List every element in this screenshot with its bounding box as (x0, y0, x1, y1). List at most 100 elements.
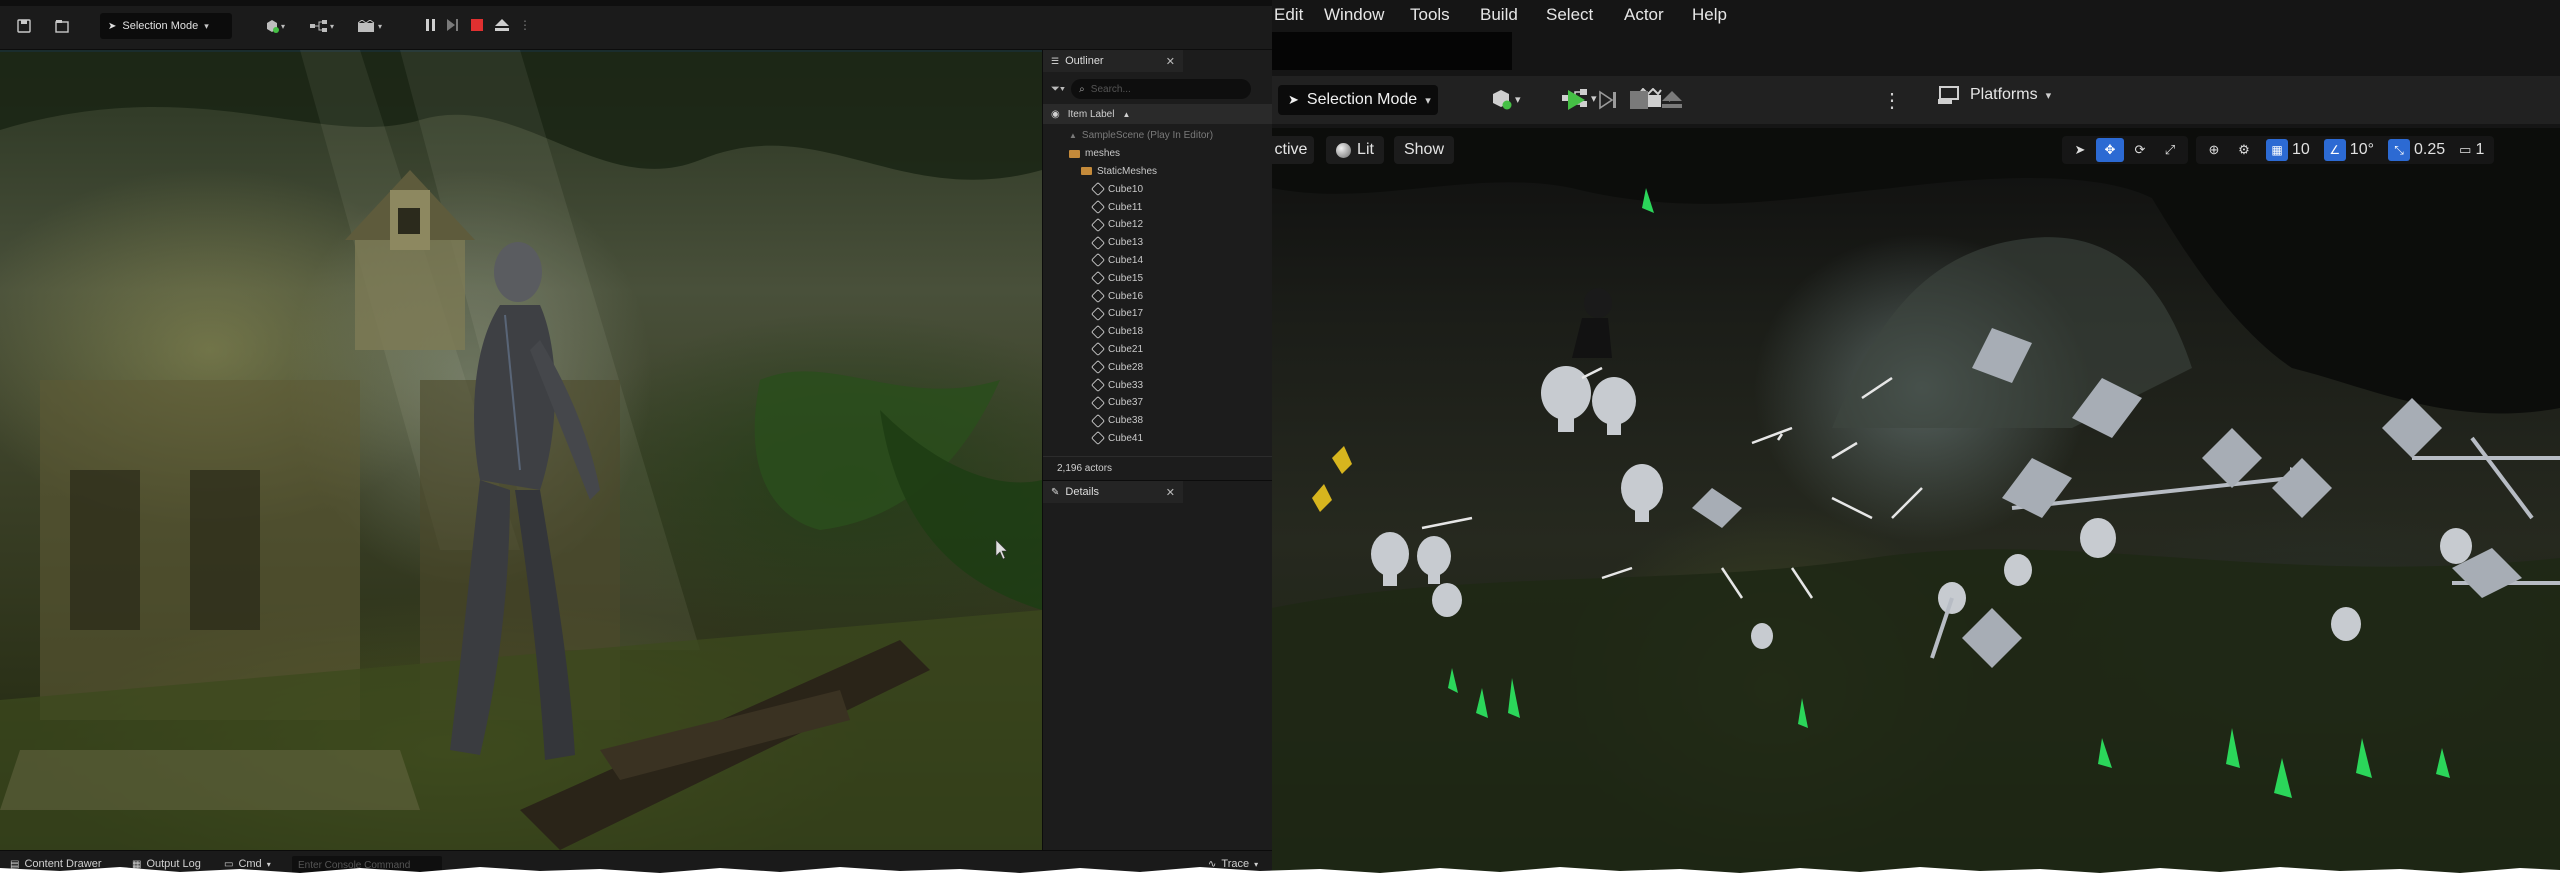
outliner-row[interactable]: Cube28 (1043, 358, 1272, 376)
outliner-tab[interactable]: ☰ Outliner ✕ (1043, 50, 1183, 72)
outliner-row-label: Cube21 (1108, 343, 1144, 355)
outliner-row[interactable]: Cube10 (1043, 180, 1272, 198)
scale-snap-icon: ⤡ (2388, 139, 2410, 161)
add-actor-icon (1493, 90, 1512, 110)
outliner-row[interactable]: Cube41 (1043, 430, 1272, 448)
lit-sphere-icon (1336, 142, 1352, 158)
outliner-row[interactable]: Cube17 (1043, 305, 1272, 323)
grid-snap-button[interactable]: ▦ 10 (2260, 138, 2316, 162)
lit-mode-button[interactable]: Lit (1326, 136, 1384, 164)
platforms-icon (1938, 86, 1959, 104)
outliner-panel: ☰ Outliner ✕ ⏷▾ ⌕ Search... ◉ Item Label… (1042, 50, 1272, 480)
more-options-icon[interactable]: ⋮ (1882, 88, 1902, 113)
pause-icon[interactable] (424, 17, 438, 33)
scale-snap-button[interactable]: ⤡ 0.25 (2382, 138, 2451, 162)
select-tool-icon[interactable]: ➤ (2066, 138, 2094, 162)
outliner-row[interactable]: Cube37 (1043, 394, 1272, 412)
stop-icon[interactable] (470, 17, 484, 33)
filter-icon[interactable]: ⏷▾ (1051, 83, 1065, 96)
add-actor-icon[interactable]: ▾ (258, 16, 292, 36)
chevron-down-icon: ▾ (1425, 94, 1431, 107)
static-mesh-icon (1090, 395, 1106, 410)
menu-window[interactable]: Window (1324, 5, 1384, 25)
surface-snap-icon[interactable]: ⚙ (2230, 138, 2258, 162)
close-icon[interactable]: ✕ (1166, 486, 1175, 499)
cinematics-icon[interactable]: ▾ (352, 16, 388, 36)
outliner-row[interactable]: Cube38 (1043, 412, 1272, 430)
camera-speed-value: 1 (2475, 141, 2485, 158)
stop-icon[interactable] (1630, 91, 1648, 109)
static-mesh-icon (1090, 342, 1106, 357)
more-options-icon[interactable]: ⋮ (519, 17, 531, 33)
scale-tool-icon[interactable]: ⤢ (2156, 138, 2184, 162)
outliner-row-label: Cube13 (1108, 237, 1144, 249)
outliner-row-label: Cube33 (1108, 379, 1144, 391)
outliner-column-header[interactable]: ◉ Item Label ▲ (1043, 104, 1272, 124)
outliner-row-label: Cube28 (1108, 361, 1144, 373)
camera-speed-button[interactable]: ▭ 1 (2453, 138, 2490, 162)
browse-icon[interactable] (52, 16, 72, 36)
outliner-row-label: Cube41 (1108, 432, 1144, 444)
outliner-row[interactable]: Cube13 (1043, 234, 1272, 252)
outliner-row[interactable]: Cube14 (1043, 252, 1272, 270)
menu-help[interactable]: Help (1692, 5, 1727, 25)
editor-scene-render (1272, 128, 2560, 879)
save-icon[interactable] (14, 16, 34, 36)
outliner-row-label: Cube38 (1108, 415, 1144, 427)
outliner-row[interactable]: ▲ SampleScene (Play In Editor) (1043, 127, 1272, 145)
outliner-row[interactable]: Cube21 (1043, 341, 1272, 359)
left-selection-mode-dropdown[interactable]: ➤ Selection Mode ▾ (100, 13, 232, 39)
outliner-row[interactable]: StaticMeshes (1043, 163, 1272, 181)
rotate-tool-icon[interactable]: ⟳ (2126, 138, 2154, 162)
perspective-button[interactable]: ctive (1272, 136, 1314, 164)
static-mesh-icon (1090, 235, 1106, 250)
rotation-snap-button[interactable]: ∠ 10° (2318, 138, 2380, 162)
pencil-icon: ✎ (1051, 486, 1060, 498)
outliner-row-label: SampleScene (Play In Editor) (1081, 130, 1214, 142)
pie-game-viewport[interactable] (0, 50, 1042, 850)
outliner-row-label: StaticMeshes (1097, 165, 1158, 177)
close-icon[interactable]: ✕ (1166, 55, 1175, 68)
menu-actor[interactable]: Actor (1624, 5, 1664, 25)
selection-mode-icon: ➤ (108, 20, 117, 32)
details-tab[interactable]: ✎ Details ✕ (1043, 481, 1183, 503)
menu-select[interactable]: Select (1546, 5, 1593, 25)
menu-build[interactable]: Build (1480, 5, 1518, 25)
add-actor-button[interactable]: ▾ (1490, 88, 1521, 110)
platforms-dropdown[interactable]: Platforms ▾ (1938, 85, 2051, 105)
level-editor-viewport[interactable]: ctive Lit Show ➤ ✥ ⟳ ⤢ ⊕ ⚙ ▦ 10 ∠ 10° ⤡ … (1272, 128, 2560, 879)
rotation-snap-value: 10° (2349, 141, 2374, 158)
world-space-icon[interactable]: ⊕ (2200, 138, 2228, 162)
level-tab-strip (1272, 32, 1512, 70)
outliner-row[interactable]: Cube33 (1043, 376, 1272, 394)
outliner-row[interactable]: Cube18 (1043, 323, 1272, 341)
frame-skip-icon[interactable] (1598, 90, 1618, 110)
translate-tool-icon[interactable]: ✥ (2096, 138, 2124, 162)
outliner-row-label: Cube16 (1108, 290, 1144, 302)
frame-skip-icon[interactable] (446, 17, 460, 33)
outliner-row-label: Cube17 (1108, 308, 1144, 320)
selection-mode-dropdown[interactable]: ➤ Selection Mode ▾ (1278, 85, 1438, 115)
menu-tools[interactable]: Tools (1410, 5, 1450, 25)
outliner-row[interactable]: Cube15 (1043, 269, 1272, 287)
eject-icon[interactable] (1662, 91, 1682, 109)
static-mesh-icon (1090, 306, 1106, 321)
outliner-row[interactable]: Cube11 (1043, 198, 1272, 216)
outliner-row[interactable]: meshes (1043, 145, 1272, 163)
static-mesh-icon (1090, 431, 1106, 446)
chevron-down-icon: ▾ (2045, 89, 2052, 102)
play-icon[interactable] (1568, 90, 1585, 110)
outliner-row[interactable]: Cube12 (1043, 216, 1272, 234)
blueprint-icon[interactable]: ▾ (304, 16, 340, 36)
menu-edit[interactable]: Edit (1274, 5, 1303, 25)
search-icon: ⌕ (1079, 83, 1085, 95)
outliner-row[interactable]: Cube16 (1043, 287, 1272, 305)
show-button[interactable]: Show (1394, 136, 1454, 164)
static-mesh-icon (1090, 217, 1106, 232)
outliner-row-label: Cube10 (1108, 183, 1144, 195)
outliner-search-input[interactable]: ⌕ Search... (1071, 79, 1252, 99)
item-label-header: Item Label (1067, 108, 1115, 120)
details-tab-label: Details (1065, 486, 1100, 498)
actor-count: 2,196 actors (1043, 456, 1272, 480)
eject-icon[interactable] (494, 17, 510, 33)
